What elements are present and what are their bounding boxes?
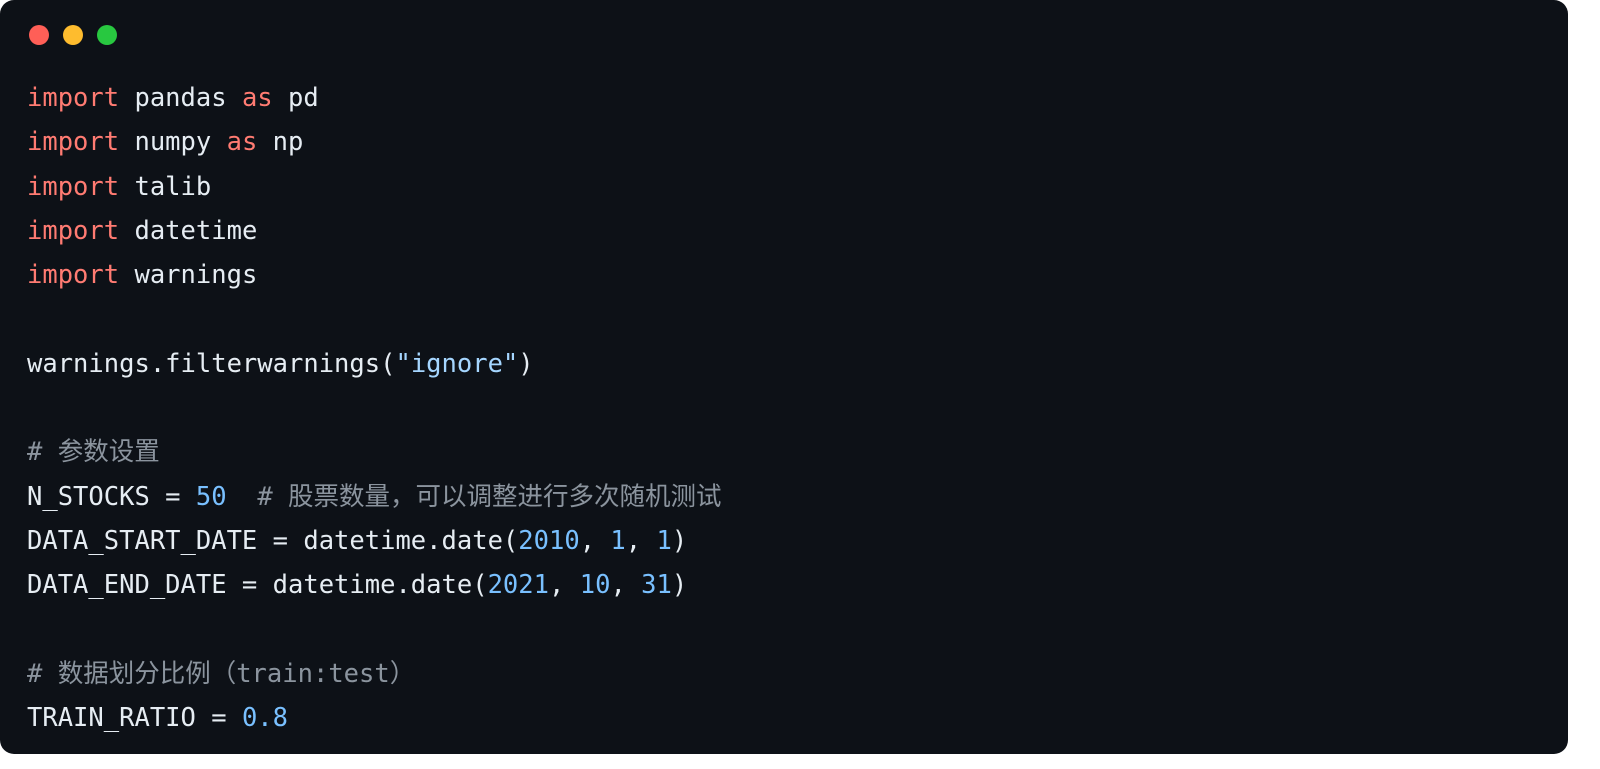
code-line: # 数据划分比例（train:test） (27, 652, 722, 696)
keyword-token: import (27, 215, 120, 246)
code-line: warnings.filterwarnings("ignore") (27, 342, 722, 386)
keyword-token: as (241, 83, 273, 113)
code-text: np (257, 127, 304, 158)
code-text: warnings.filterwarnings( (27, 348, 396, 379)
code-text: ) (671, 570, 688, 601)
code-text: DATA_END_DATE = datetime.date( (27, 570, 488, 601)
code-text: , (610, 570, 642, 601)
code-line: DATA_END_DATE = datetime.date(2021, 10, … (27, 563, 722, 607)
keyword-token: import (27, 171, 120, 202)
number-token: 1 (610, 525, 626, 556)
code-text: , (625, 525, 657, 556)
comment-token: # 参数设置 (27, 437, 160, 468)
number-token: 50 (195, 481, 227, 512)
code-line: N_STOCKS = 50 # 股票数量，可以调整进行多次随机测试 (27, 475, 722, 519)
code-window: import pandas as pd import numpy as np imp… (0, 0, 1568, 754)
code-text: N_STOCKS = (27, 481, 196, 512)
code-text: datetime (119, 215, 258, 246)
keyword-token: as (226, 127, 258, 158)
code-line: DATA_START_DATE = datetime.date(2010, 1,… (27, 519, 722, 563)
minimize-window-icon[interactable] (63, 25, 83, 45)
code-text: TRAIN_RATIO = (27, 703, 242, 734)
code-body: import pandas as pd import numpy as np imp… (27, 76, 722, 740)
code-line: import datetime (27, 209, 722, 253)
comment-token: # 数据划分比例（train:test） (27, 658, 416, 689)
code-line: import warnings (27, 253, 722, 297)
zoom-window-icon[interactable] (97, 25, 117, 45)
number-token: 2010 (518, 525, 580, 556)
code-text: numpy (119, 127, 227, 158)
window-titlebar (0, 0, 1568, 60)
keyword-token: import (27, 127, 120, 158)
code-block: import pandas as pd import numpy as np imp… (27, 76, 722, 740)
number-token: 2021 (487, 570, 549, 601)
code-text: ) (671, 525, 688, 556)
code-line: import talib (27, 165, 722, 209)
code-line: # 参数设置 (27, 430, 722, 474)
code-line: import pandas as pd (27, 76, 722, 120)
code-text: talib (119, 171, 212, 202)
number-token: 31 (641, 570, 672, 601)
code-line: TRAIN_RATIO = 0.8 (27, 696, 722, 740)
code-text: pandas (119, 83, 242, 113)
code-text: ) (518, 348, 534, 379)
number-token: 1 (656, 525, 672, 556)
code-text: DATA_START_DATE = datetime.date( (27, 525, 519, 556)
number-token: 0.8 (241, 703, 288, 734)
code-text: warnings (119, 260, 258, 291)
code-text: , (579, 525, 611, 556)
code-text: , (549, 570, 580, 601)
keyword-token: import (27, 260, 120, 291)
code-line: import numpy as np (27, 120, 722, 164)
close-window-icon[interactable] (29, 25, 49, 45)
comment-token: # 股票数量，可以调整进行多次随机测试 (257, 481, 722, 512)
keyword-token: import (27, 83, 120, 113)
code-text: pd (272, 83, 319, 113)
string-token: "ignore" (395, 348, 519, 379)
number-token: 10 (579, 570, 611, 601)
